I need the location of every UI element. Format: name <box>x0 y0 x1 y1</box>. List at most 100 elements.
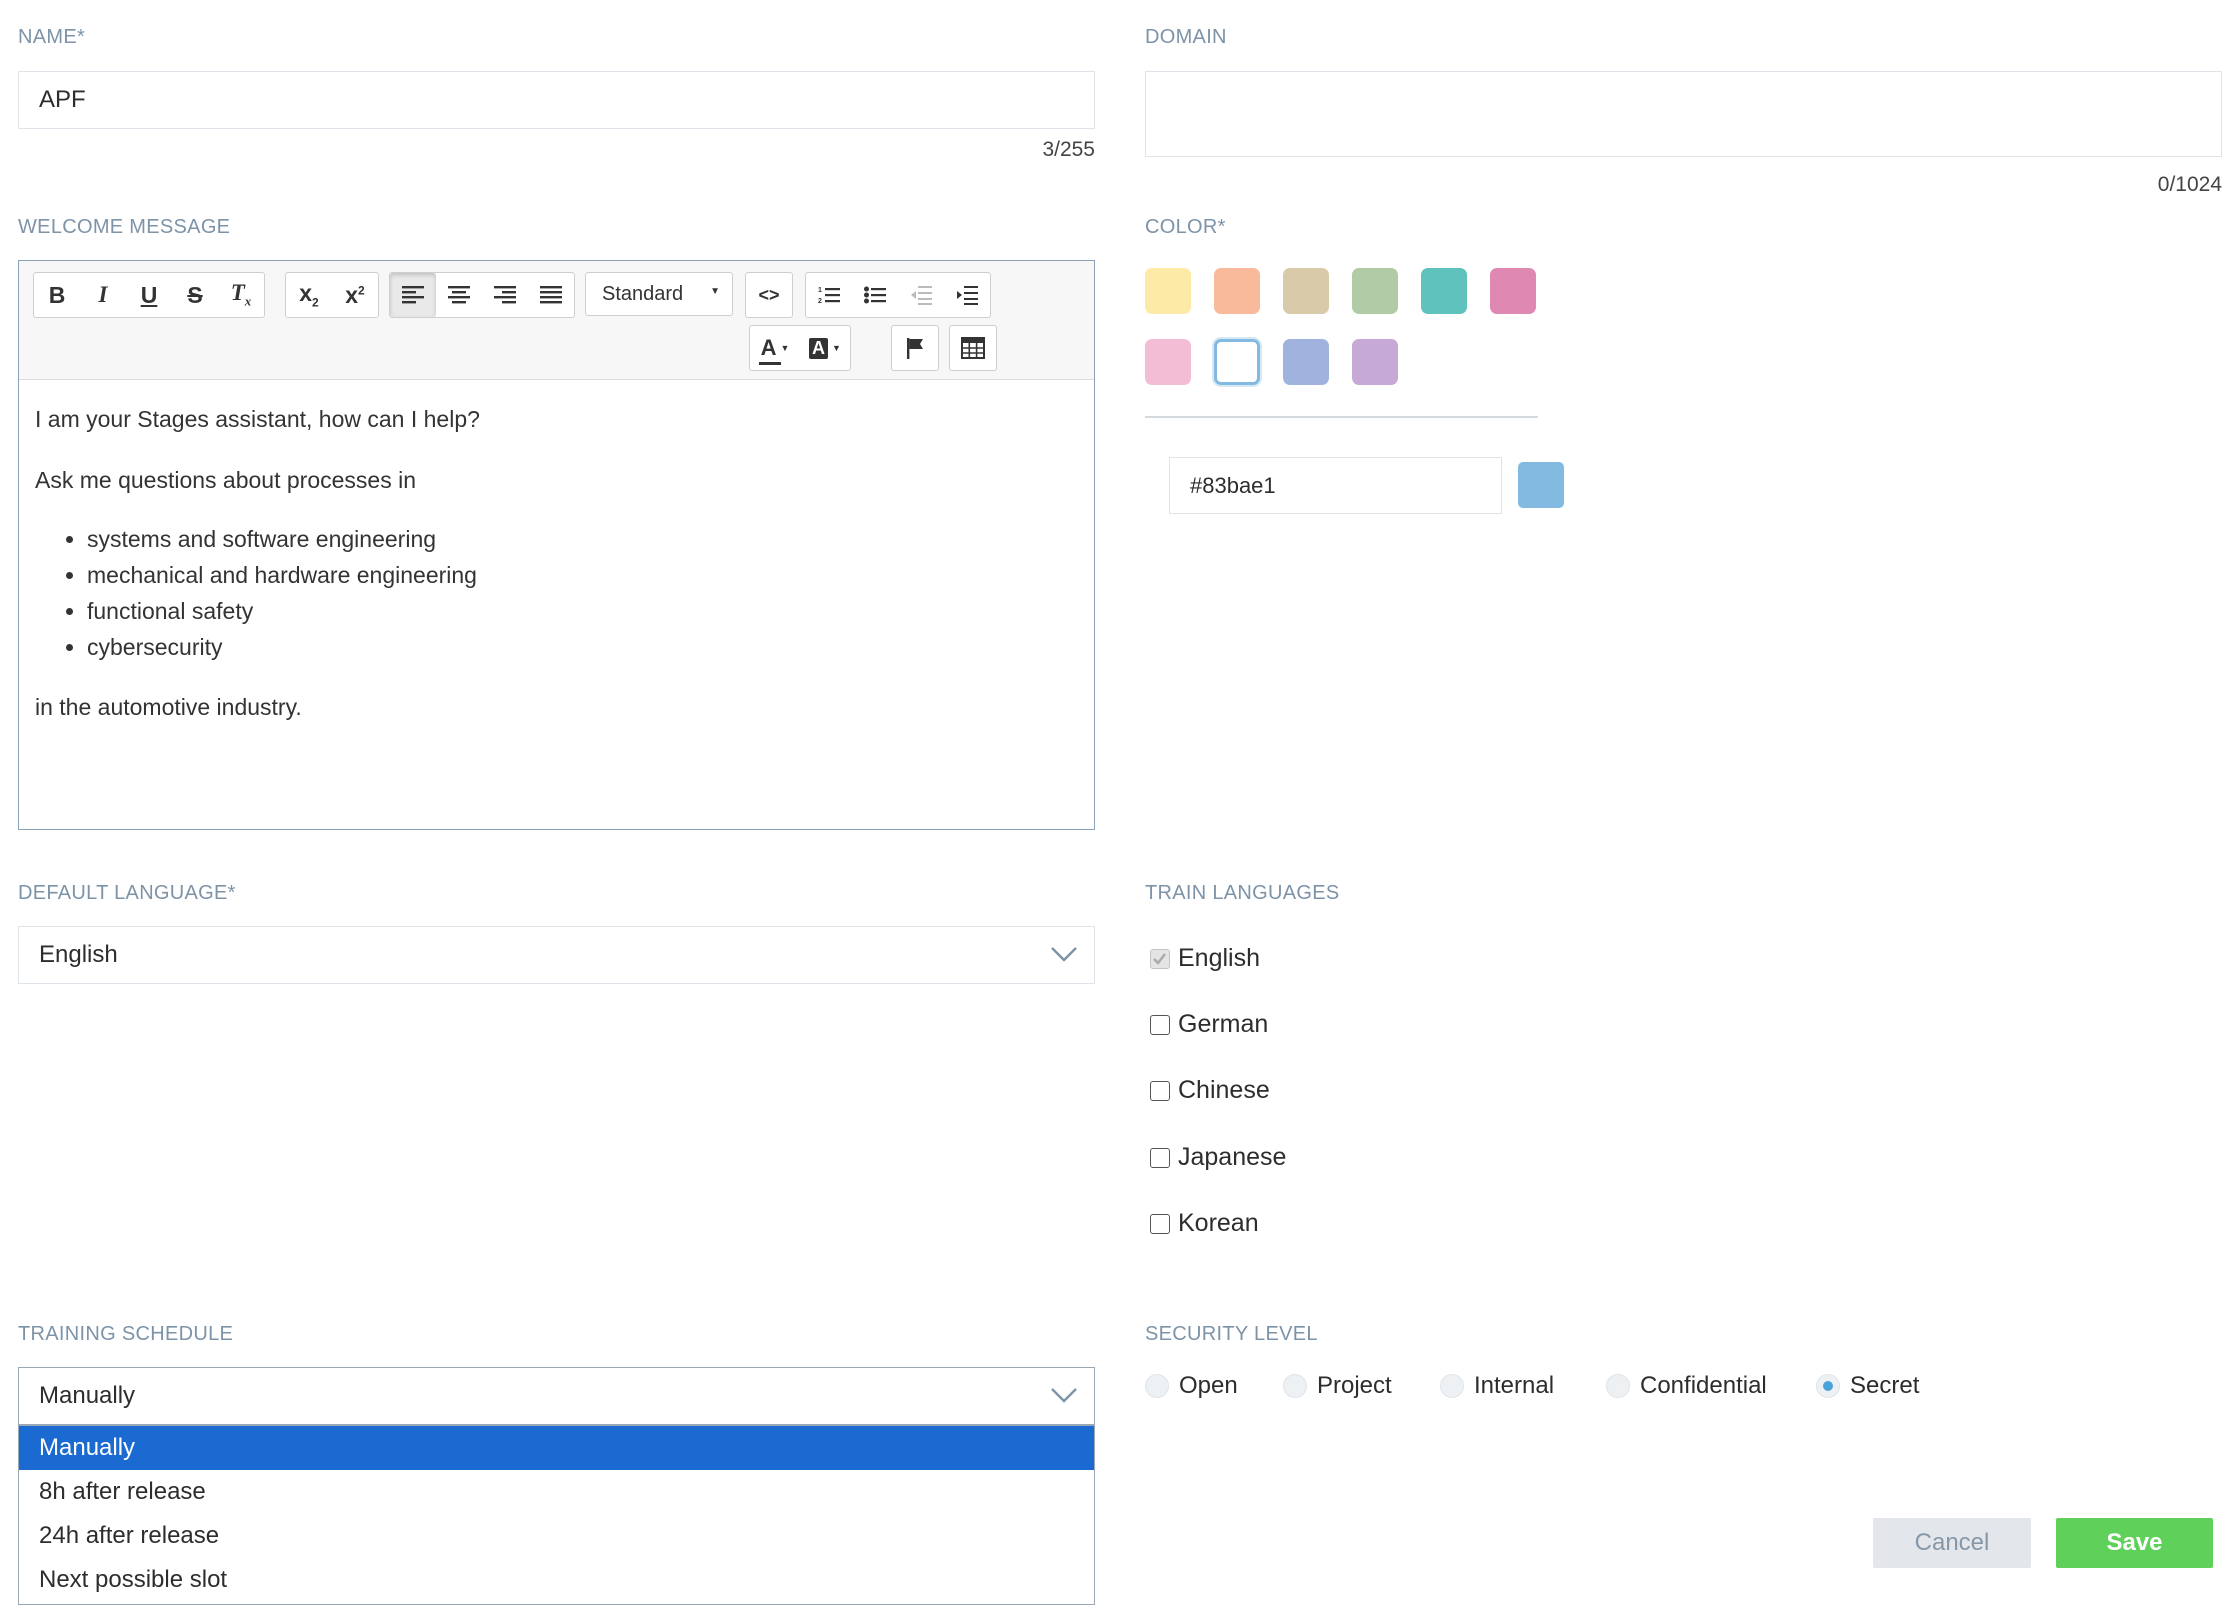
hex-color-value: #83bae1 <box>1190 472 1276 498</box>
list-item: systems and software engineering <box>87 521 1078 557</box>
align-justify-icon[interactable] <box>528 273 574 317</box>
italic-icon[interactable]: I <box>80 273 126 317</box>
radio-button[interactable] <box>1283 1374 1307 1398</box>
welcome-line-1: I am your Stages assistant, how can I he… <box>35 406 480 432</box>
security-option-secret[interactable]: Secret <box>1816 1372 1919 1400</box>
bold-icon[interactable]: B <box>34 273 80 317</box>
checkbox-label: Japanese <box>1178 1143 1287 1171</box>
security-option-open[interactable]: Open <box>1145 1372 1238 1400</box>
script-group: x2 x2 <box>285 272 379 318</box>
checkbox-label: German <box>1178 1010 1269 1038</box>
default-language-value: English <box>39 941 118 968</box>
save-button[interactable]: Save <box>2056 1518 2213 1568</box>
domain-input[interactable] <box>1145 71 2222 157</box>
indent-icon[interactable] <box>944 273 990 317</box>
color-swatch[interactable] <box>1145 339 1191 385</box>
default-language-select[interactable]: English <box>18 926 1095 984</box>
outdent-icon[interactable] <box>898 273 944 317</box>
name-input[interactable]: APF <box>18 71 1095 129</box>
name-input-value: APF <box>39 86 86 113</box>
text-color-icon[interactable]: A ▼ <box>750 326 800 370</box>
radio-label: Internal <box>1474 1372 1555 1399</box>
color-swatch[interactable] <box>1283 339 1329 385</box>
list-item: functional safety <box>87 593 1078 629</box>
divider <box>1145 416 1538 418</box>
radio-label: Project <box>1317 1372 1392 1399</box>
train-language-german[interactable]: German <box>1150 1010 1268 1039</box>
color-swatch[interactable] <box>1283 268 1329 314</box>
table-icon[interactable] <box>950 326 996 370</box>
welcome-message-label: WELCOME MESSAGE <box>18 216 231 238</box>
format-select-value: Standard <box>602 282 684 305</box>
radio-label: Secret <box>1850 1372 1920 1399</box>
dropdown-option-manually[interactable]: Manually <box>19 1426 1094 1470</box>
welcome-line-2: Ask me questions about processes in <box>35 466 416 493</box>
color-swatch[interactable] <box>1214 339 1260 385</box>
align-left-icon[interactable] <box>390 273 436 317</box>
dropdown-option-8h[interactable]: 8h after release <box>19 1470 1094 1514</box>
color-label: COLOR* <box>1145 216 1226 238</box>
align-right-icon[interactable] <box>482 273 528 317</box>
checkbox[interactable] <box>1150 1080 1170 1101</box>
bullet-list-icon[interactable] <box>852 273 898 317</box>
format-select[interactable]: Standard ▼ <box>585 272 733 316</box>
checkbox-label: Korean <box>1178 1209 1259 1237</box>
radio-button[interactable] <box>1606 1374 1630 1398</box>
chevron-down-icon <box>1051 1388 1077 1403</box>
color-swatch[interactable] <box>1214 268 1260 314</box>
code-icon[interactable]: <> <box>746 273 792 317</box>
train-language-japanese[interactable]: Japanese <box>1150 1143 1286 1172</box>
name-counter: 3/255 <box>1042 138 1095 161</box>
chevron-down-icon <box>1051 947 1077 962</box>
list-group: 12 <box>805 272 991 318</box>
domain-counter: 0/1024 <box>2157 173 2222 196</box>
dropdown-option-next-slot[interactable]: Next possible slot <box>19 1558 1094 1602</box>
training-schedule-value: Manually <box>39 1382 136 1409</box>
clear-format-icon[interactable]: Tx <box>218 273 264 317</box>
train-language-korean[interactable]: Korean <box>1150 1209 1259 1238</box>
text-style-group: B I U S Tx <box>33 272 265 318</box>
hex-color-input[interactable]: #83bae1 <box>1169 457 1502 514</box>
superscript-icon[interactable]: x2 <box>332 273 378 317</box>
train-languages-label: TRAIN LANGUAGES <box>1145 882 1340 904</box>
list-item: mechanical and hardware engineering <box>87 557 1078 593</box>
security-level-label: SECURITY LEVEL <box>1145 1323 1318 1345</box>
checkbox[interactable] <box>1150 1147 1170 1168</box>
security-option-confidential[interactable]: Confidential <box>1606 1372 1767 1400</box>
color-swatch[interactable] <box>1145 268 1191 314</box>
train-language-english[interactable]: English <box>1150 944 1260 973</box>
color-swatch[interactable] <box>1352 339 1398 385</box>
checkbox[interactable] <box>1150 1014 1170 1035</box>
color-swatch[interactable] <box>1352 268 1398 314</box>
checkbox[interactable] <box>1150 1213 1170 1234</box>
strikethrough-icon[interactable]: S <box>172 273 218 317</box>
underline-icon[interactable]: U <box>126 273 172 317</box>
checkbox-checked[interactable] <box>1150 948 1170 969</box>
align-group <box>389 272 575 318</box>
train-language-chinese[interactable]: Chinese <box>1150 1076 1270 1105</box>
name-label: NAME* <box>18 26 86 48</box>
welcome-message-editor[interactable]: B I U S Tx x2 x2 Standard ▼ <> 1 2 A ▼ A… <box>18 260 1095 830</box>
domain-label: DOMAIN <box>1145 26 1227 48</box>
editor-content[interactable]: I am your Stages assistant, how can I he… <box>35 401 1078 725</box>
radio-label: Open <box>1179 1372 1238 1399</box>
color-preview-swatch[interactable] <box>1518 462 1564 508</box>
training-schedule-label: TRAINING SCHEDULE <box>18 1323 234 1345</box>
radio-button[interactable] <box>1440 1374 1464 1398</box>
dropdown-option-24h[interactable]: 24h after release <box>19 1514 1094 1558</box>
radio-button[interactable] <box>1145 1374 1169 1398</box>
radio-button-selected[interactable] <box>1816 1374 1840 1398</box>
align-center-icon[interactable] <box>436 273 482 317</box>
color-swatch[interactable] <box>1490 268 1536 314</box>
background-color-icon[interactable]: A ▼ <box>800 326 850 370</box>
default-language-label: DEFAULT LANGUAGE* <box>18 882 236 904</box>
security-option-project[interactable]: Project <box>1283 1372 1392 1400</box>
list-item: cybersecurity <box>87 629 1078 665</box>
flag-icon[interactable] <box>892 326 938 370</box>
training-schedule-select[interactable]: Manually <box>18 1367 1095 1425</box>
security-option-internal[interactable]: Internal <box>1440 1372 1554 1400</box>
cancel-button[interactable]: Cancel <box>1873 1518 2031 1568</box>
subscript-icon[interactable]: x2 <box>286 273 332 317</box>
ordered-list-icon[interactable]: 12 <box>806 273 852 317</box>
color-swatch[interactable] <box>1421 268 1467 314</box>
